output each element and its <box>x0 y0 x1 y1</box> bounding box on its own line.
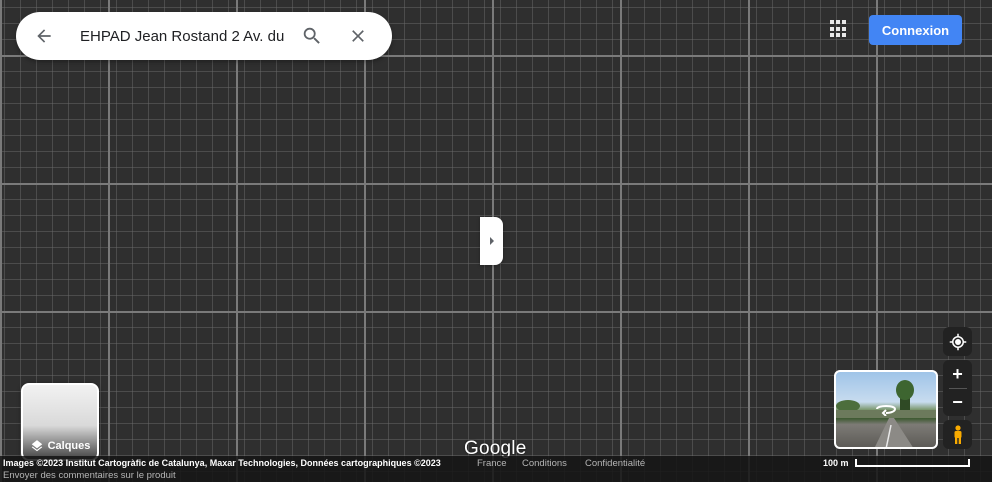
layers-button[interactable]: Calques <box>21 383 99 461</box>
clear-search-button[interactable] <box>336 12 380 60</box>
apps-dot <box>830 33 834 38</box>
apps-dot <box>842 33 846 38</box>
arrow-left-icon <box>37 29 51 43</box>
map-attribution: Images ©2023 Institut Cartogràfic de Cat… <box>3 458 441 468</box>
footer-country-link[interactable]: France <box>477 458 507 469</box>
footer-bar: Images ©2023 Institut Cartogràfic de Cat… <box>0 456 992 482</box>
search-input[interactable] <box>80 24 284 48</box>
layers-icon <box>31 440 42 452</box>
apps-dot <box>836 20 840 24</box>
close-icon <box>352 30 364 42</box>
layers-label-row: Calques <box>23 439 97 453</box>
layers-label: Calques <box>47 440 91 452</box>
scale-bar[interactable] <box>855 459 970 467</box>
pegman-button[interactable] <box>943 420 972 449</box>
pegman-icon <box>954 424 961 444</box>
search-box <box>16 12 392 60</box>
apps-dot <box>836 33 840 38</box>
zoom-control: + − <box>943 360 972 416</box>
my-location-icon <box>949 333 966 350</box>
apps-dot <box>830 26 834 31</box>
feedback-link[interactable]: Envoyer des commentaires sur le produit <box>3 470 176 481</box>
apps-dot <box>842 26 846 31</box>
footer-terms-link[interactable]: Conditions <box>522 458 567 469</box>
login-button[interactable]: Connexion <box>869 15 962 45</box>
search-icon <box>303 27 320 44</box>
footer-privacy-link[interactable]: Confidentialité <box>585 458 645 469</box>
street-view-thumbnail[interactable] <box>834 370 938 449</box>
apps-grid-icon[interactable] <box>828 18 850 40</box>
back-button[interactable] <box>20 12 68 60</box>
streetview-rotate-icon <box>876 405 897 416</box>
side-panel-toggle[interactable] <box>480 217 503 265</box>
search-button[interactable] <box>294 12 330 60</box>
scale-label[interactable]: 100 m <box>823 458 849 468</box>
zoom-out-button[interactable]: − <box>943 389 972 416</box>
my-location-button[interactable] <box>943 327 972 356</box>
caret-right-icon <box>489 237 494 245</box>
apps-dot <box>842 20 846 24</box>
apps-dot <box>830 20 834 24</box>
apps-dot <box>836 26 840 31</box>
zoom-in-button[interactable]: + <box>943 361 972 388</box>
